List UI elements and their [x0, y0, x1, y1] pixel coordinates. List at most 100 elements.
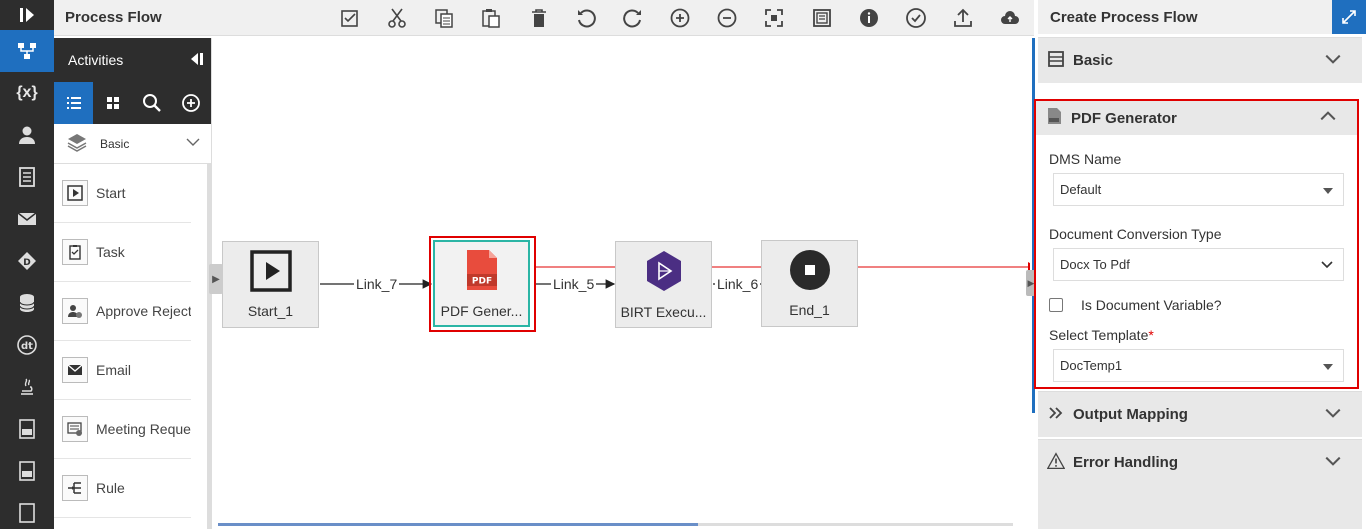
cloud-upload-icon[interactable]	[987, 0, 1034, 36]
meeting-request-icon	[62, 416, 88, 442]
scrollbar-thumb[interactable]	[218, 523, 698, 526]
activity-list: Start Task Approve Reject Email Meeting …	[54, 164, 211, 529]
email-icon	[62, 357, 88, 383]
database-icon[interactable]	[0, 282, 54, 324]
collapse-panel-icon[interactable]	[187, 50, 205, 71]
redo-icon[interactable]	[609, 0, 656, 36]
conversion-type-label: Document Conversion Type	[1049, 226, 1222, 242]
activity-label: Email	[96, 362, 132, 378]
zoom-in-icon[interactable]	[657, 0, 704, 36]
activity-list-scrollbar[interactable]	[207, 164, 211, 529]
caret-down-icon	[1323, 182, 1333, 197]
activity-label: Start	[96, 185, 126, 201]
dms-name-label: DMS Name	[1049, 151, 1122, 167]
properties-panel: Create Process Flow Basic PDF Generator …	[1034, 0, 1366, 529]
select-template-label: Select Template*	[1049, 327, 1154, 343]
select-value: Docx To Pdf	[1060, 257, 1130, 272]
chevron-down-icon	[1324, 404, 1342, 426]
app-logo-icon[interactable]	[0, 0, 54, 30]
fit-screen-icon[interactable]	[751, 0, 798, 36]
approve-reject-icon	[62, 298, 88, 324]
activity-item-start[interactable]: Start	[54, 164, 191, 223]
section-basic[interactable]: Basic	[1038, 37, 1362, 83]
activity-label: Task	[96, 244, 125, 260]
validate-icon[interactable]	[892, 0, 939, 36]
section-label: Output Mapping	[1073, 406, 1188, 423]
file-icon[interactable]	[0, 492, 54, 529]
node-label: End_1	[789, 302, 830, 318]
chevron-down-icon	[185, 134, 201, 153]
select-template-select[interactable]: DocTemp1	[1053, 349, 1344, 382]
chevron-down-icon	[1321, 257, 1333, 272]
app-title: Process Flow	[65, 9, 162, 26]
canvas-horizontal-scrollbar[interactable]	[218, 523, 1013, 526]
activity-item-email[interactable]: Email	[54, 341, 191, 400]
variables-icon[interactable]: {x}	[0, 72, 54, 114]
basic-section-icon	[1047, 50, 1065, 72]
activities-tabs	[54, 82, 211, 124]
user-icon[interactable]	[0, 114, 54, 156]
activities-title: Activities	[68, 52, 124, 68]
properties-header: Create Process Flow	[1038, 0, 1366, 34]
activity-item-task[interactable]: Task	[54, 223, 191, 282]
category-select[interactable]: Basic	[54, 124, 211, 164]
select-value: DocTemp1	[1060, 358, 1123, 373]
upload-icon[interactable]	[940, 0, 987, 36]
process-canvas[interactable]: Start_1 PDF PDF Gener... BIRT Execu... E…	[209, 38, 1036, 529]
task-icon	[62, 239, 88, 265]
activity-label: Approve Reject	[96, 303, 191, 319]
node-label: Start_1	[247, 303, 294, 319]
add-icon[interactable]	[172, 82, 211, 124]
zoom-out-icon[interactable]	[704, 0, 751, 36]
link-label-7[interactable]: Link_7	[354, 276, 400, 292]
dms-name-select[interactable]: Default	[1053, 173, 1344, 206]
properties-panel-footer	[1038, 485, 1362, 529]
info-icon[interactable]	[845, 0, 892, 36]
select-all-icon[interactable]	[326, 0, 373, 36]
required-marker: *	[1148, 327, 1154, 343]
chevron-down-icon	[1324, 452, 1342, 474]
expand-icon[interactable]	[1332, 0, 1366, 34]
process-flow-icon[interactable]	[0, 30, 54, 72]
undo-icon[interactable]	[562, 0, 609, 36]
node-start[interactable]: Start_1	[222, 241, 319, 328]
css-file-icon[interactable]	[0, 450, 54, 492]
search-icon[interactable]	[133, 82, 172, 124]
is-document-variable-row: Is Document Variable?	[1049, 297, 1357, 313]
paste-icon[interactable]	[468, 0, 515, 36]
java-icon[interactable]	[0, 366, 54, 408]
section-output-mapping[interactable]: Output Mapping	[1038, 391, 1362, 437]
node-birt-execution[interactable]: BIRT Execu...	[615, 241, 712, 328]
preview-icon[interactable]	[798, 0, 845, 36]
activity-item-approve-reject[interactable]: Approve Reject	[54, 282, 191, 341]
cut-icon[interactable]	[373, 0, 420, 36]
dt-icon[interactable]: dt	[0, 324, 54, 366]
conversion-type-select[interactable]: Docx To Pdf	[1053, 248, 1344, 281]
ts-file-icon[interactable]	[0, 408, 54, 450]
section-pdf-generator[interactable]: PDF Generator	[1036, 101, 1357, 135]
mail-icon[interactable]	[0, 198, 54, 240]
link-label-5[interactable]: Link_5	[551, 276, 597, 292]
properties-title: Create Process Flow	[1050, 8, 1198, 26]
activity-item-meeting-request[interactable]: Meeting Request	[54, 400, 191, 459]
node-end[interactable]: End_1	[761, 240, 858, 327]
copy-icon[interactable]	[421, 0, 468, 36]
activity-item-rule[interactable]: Rule	[54, 459, 191, 518]
caret-down-icon	[1323, 358, 1333, 373]
layers-icon	[66, 132, 88, 155]
pdf-section-icon	[1045, 107, 1063, 129]
form-icon[interactable]	[0, 156, 54, 198]
expand-activities-handle-icon[interactable]: ▶	[209, 264, 223, 294]
end-node-icon	[789, 249, 831, 294]
dms-icon[interactable]: D	[0, 240, 54, 282]
node-label: BIRT Execu...	[620, 304, 707, 320]
left-rail: {x} D dt	[0, 0, 54, 529]
section-label: Error Handling	[1073, 454, 1179, 471]
section-error-handling[interactable]: Error Handling	[1038, 439, 1362, 485]
grid-view-icon[interactable]	[93, 82, 132, 124]
delete-icon[interactable]	[515, 0, 562, 36]
link-label-6[interactable]: Link_6	[715, 276, 761, 292]
is-document-variable-checkbox[interactable]	[1049, 298, 1063, 312]
list-view-icon[interactable]	[54, 82, 94, 124]
start-icon	[62, 180, 88, 206]
